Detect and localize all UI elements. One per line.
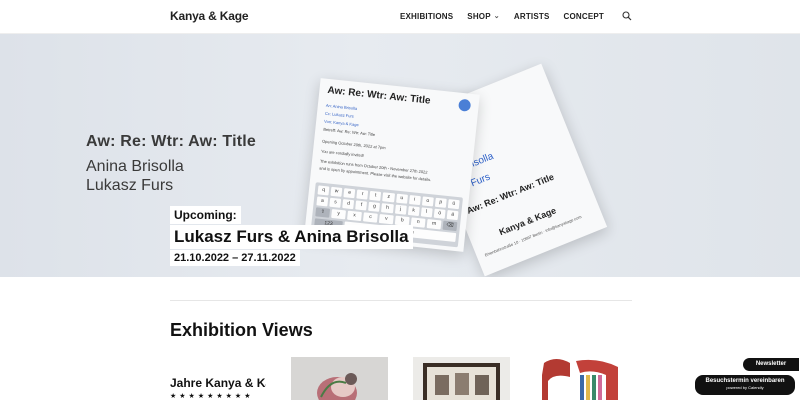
section-title: Exhibition Views (170, 320, 313, 340)
hero-artist-1: Anina Brisolla (86, 158, 184, 175)
nav-artists-label: ARTISTS (513, 11, 550, 21)
upcoming-artists[interactable]: Lukasz Furs & Anina Brisolla (170, 225, 413, 249)
flyer-line: You are cordially invited! (320, 148, 365, 159)
nav-artists[interactable]: ARTISTS (514, 12, 550, 21)
key: w (330, 186, 343, 197)
key: v (378, 213, 394, 225)
calendly-booking-button[interactable]: Besuchstermin vereinbaren powered by Cal… (695, 375, 795, 395)
key: j (394, 204, 407, 215)
flyer-line: Cc: Lukasz Furs (324, 110, 355, 119)
key: q (317, 185, 330, 196)
exhibition-thumbnail[interactable] (413, 357, 510, 400)
newsletter-button[interactable]: Newsletter (743, 358, 799, 371)
search-icon[interactable] (622, 11, 632, 21)
flyer-line: Betreff: Aw: Re: Wtr: Aw: Title (323, 126, 376, 138)
key: d (342, 199, 355, 210)
key: a (316, 196, 329, 207)
key: p (434, 197, 447, 208)
key: e (343, 188, 356, 199)
key: i (408, 195, 421, 206)
upcoming-label: Upcoming: (170, 206, 241, 224)
hero-artist-2: Lukasz Furs (86, 177, 174, 194)
key: o (421, 196, 434, 207)
key: t (369, 190, 382, 202)
key: r (356, 189, 369, 200)
flyer-line: Von: Kanya & Kage (323, 118, 359, 128)
main-nav: EXHIBITIONS SHOP ⌄ ARTISTS CONCEPT (400, 11, 632, 21)
key: n (410, 217, 426, 228)
nav-exhibitions[interactable]: EXHIBITIONS (400, 12, 453, 21)
calendly-title: Besuchstermin vereinbaren (705, 378, 785, 384)
nav-shop[interactable]: SHOP ⌄ (467, 12, 500, 21)
key: ü (447, 199, 460, 210)
key: m (426, 219, 442, 230)
flyer-back-brand: Kanya & Kage (497, 205, 558, 238)
calendly-powered-by: powered by Calendly (726, 385, 764, 390)
key: h (381, 203, 394, 214)
nav-exhibitions-label: EXHIBITIONS (399, 11, 454, 21)
hero-title: Aw: Re: Wtr: Aw: Title (86, 133, 257, 150)
key: k (407, 205, 420, 217)
key: g (368, 201, 381, 212)
nav-shop-label: SHOP (467, 11, 491, 21)
key: x (347, 210, 362, 222)
thumb-anniversary-text[interactable]: Jahre Kanya & Kage (170, 376, 266, 390)
key: ä (446, 210, 459, 221)
key: l (420, 207, 433, 218)
site-logo[interactable]: Kanya & Kage (170, 9, 248, 23)
key: u (395, 193, 408, 204)
key: s (329, 197, 342, 208)
backspace-key: ⌫ (442, 220, 458, 232)
hero-banner[interactable]: Aw: Re: Wtr: Aw: Title Anina Brisolla Lu… (0, 34, 800, 277)
key: z (382, 192, 395, 203)
thumb-anniversary-stars: ★★★★★★★★★ (170, 393, 254, 400)
flyer-line: An: Anina Brisolla (325, 102, 358, 112)
flyer-back-artist-2: Furs (469, 171, 492, 190)
upcoming-dates: 21.10.2022 – 27.11.2022 (170, 250, 300, 266)
key: f (355, 200, 368, 211)
key: ö (433, 208, 446, 219)
nav-concept-label: CONCEPT (563, 11, 604, 21)
key: c (362, 212, 378, 223)
exhibition-thumbnail[interactable] (291, 357, 388, 400)
exhibition-thumbnail[interactable] (536, 357, 624, 400)
nav-concept[interactable]: CONCEPT (563, 12, 604, 21)
key: y (331, 208, 346, 220)
section-divider (170, 300, 632, 301)
shift-key: ⇧ (315, 207, 331, 218)
flyer-line: Opening October 20th, 2022 at 7pm (321, 138, 386, 151)
chevron-down-icon: ⌄ (493, 13, 500, 20)
site-header: Kanya & Kage EXHIBITIONS SHOP ⌄ ARTISTS C… (0, 0, 800, 34)
